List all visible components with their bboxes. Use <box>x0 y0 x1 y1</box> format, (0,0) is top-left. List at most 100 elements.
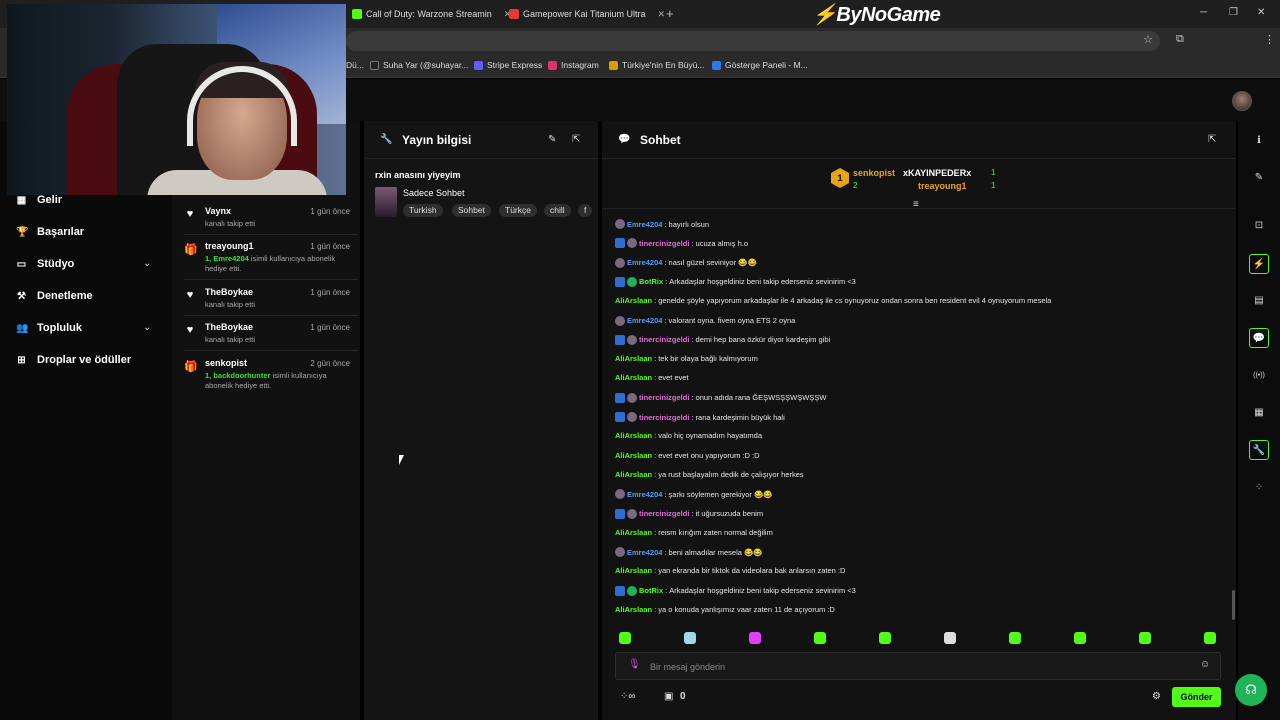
browser-menu-icon[interactable]: ⋮ <box>1264 33 1275 46</box>
settings-gear-icon[interactable]: ⚙ <box>1152 691 1161 702</box>
bookmark-item[interactable]: Türkiye'nin En Büyü... <box>609 60 704 70</box>
emote-icon[interactable] <box>814 632 826 644</box>
chat-username[interactable]: AliArslaan <box>615 470 652 479</box>
chat-message: AliArslaan: reism kırığım zaten normal de… <box>615 527 773 537</box>
chat-username[interactable]: AliArslaan <box>615 605 652 614</box>
restore-button[interactable]: ❐ <box>1229 7 1238 18</box>
bookmark-star-icon[interactable]: ☆ <box>1143 33 1153 46</box>
extensions-icon[interactable]: ⧉ <box>1176 33 1184 46</box>
chat-username[interactable]: tinercinizgeldi <box>639 393 689 402</box>
chat-message: AliArslaan: evet evet onu yapıyorum :D :D <box>615 450 760 460</box>
chat-message: Emre4204: şarkı söylemen gerekiyor 😂😂 <box>615 489 773 500</box>
chat-username[interactable]: BotRix <box>639 277 663 286</box>
bookmark-item[interactable]: Dü... <box>346 60 364 70</box>
sidebar-item-topluluk[interactable]: 👥 Topluluk <box>16 322 82 334</box>
send-button[interactable]: Gönder <box>1172 687 1221 707</box>
chat-icon[interactable]: 💬 <box>1249 328 1269 348</box>
bookmark-item[interactable]: Instagram <box>548 60 599 70</box>
pencil-icon[interactable]: ✎ <box>1249 168 1269 188</box>
emote-icon[interactable] <box>1009 632 1021 644</box>
category-name[interactable]: Sadece Sohbet <box>403 188 465 198</box>
address-bar[interactable] <box>346 31 1160 51</box>
emote-icon[interactable] <box>944 632 956 644</box>
chat-message: tinercinizgeldi: rana kardeşimin büyük ha… <box>615 412 785 422</box>
bookmark-item[interactable]: Suha Yar (@suhayar... <box>370 60 468 70</box>
document-icon[interactable]: ▤ <box>1249 291 1269 311</box>
tag[interactable]: Türkçe <box>499 204 537 217</box>
bookmark-item[interactable]: Stripe Express <box>474 60 542 70</box>
chevron-down-icon[interactable]: ⌄ <box>143 322 151 333</box>
chat-message: AliArslaan: tek bir olaya bağlı kalmıyoru… <box>615 354 758 364</box>
chat-username[interactable]: AliArslaan <box>615 566 652 575</box>
sidebar-item-droplar[interactable]: ⊞ Droplar ve ödüller <box>16 354 131 366</box>
chat-username[interactable]: AliArslaan <box>615 451 652 460</box>
tag[interactable]: f <box>578 204 593 217</box>
chat-username[interactable]: Emre4204 <box>627 220 662 229</box>
wrench-icon[interactable]: 🔧 <box>1249 440 1269 460</box>
microphone-icon[interactable]: 🎙 <box>628 659 641 670</box>
emoji-icon[interactable]: ☺ <box>1200 659 1210 670</box>
tag[interactable]: chill <box>544 204 571 217</box>
moderator-badge-icon <box>615 412 625 422</box>
infinity-icon[interactable]: ⁘∞ <box>620 691 636 702</box>
close-window-button[interactable]: ✕ <box>1257 7 1265 18</box>
chat-username[interactable]: Emre4204 <box>627 490 662 499</box>
chat-message: tinercinizgeldi: demi hep bana özkür diyo… <box>615 334 830 345</box>
broadcast-icon[interactable]: ((•)) <box>1249 366 1269 386</box>
chat-text: evet evet onu yapıyorum :D :D <box>658 450 760 460</box>
emote-icon[interactable] <box>1074 632 1086 644</box>
rank-badge: 1 <box>831 168 849 188</box>
chevron-down-icon[interactable]: ⌄ <box>143 258 151 269</box>
bookmark-item[interactable]: Gösterge Paneli - M... <box>712 60 808 70</box>
chat-username[interactable]: tinercinizgeldi <box>639 413 689 422</box>
chat-message-input[interactable] <box>650 659 1170 675</box>
moderator-badge-icon <box>615 334 625 345</box>
viewer-count: 0 <box>680 691 686 702</box>
chat-username[interactable]: AliArslaan <box>615 296 652 305</box>
tag[interactable]: Sohbet <box>452 204 491 217</box>
popout-icon[interactable]: ⇱ <box>572 134 580 145</box>
close-tab-icon[interactable]: ✕ <box>658 9 666 20</box>
chat-username[interactable]: tinercinizgeldi <box>639 239 689 248</box>
chat-username[interactable]: Emre4204 <box>627 316 662 325</box>
chat-username[interactable]: AliArslaan <box>615 373 652 382</box>
chat-username[interactable]: tinercinizgeldi <box>639 509 689 518</box>
subscriber-badge-icon <box>627 412 637 422</box>
chat-input-box[interactable]: 🎙 ☺ <box>615 652 1221 680</box>
new-tab-button[interactable]: + <box>666 6 674 21</box>
sidebar-item-gelir[interactable]: ▦ Gelir <box>16 194 62 206</box>
chat-scrollbar[interactable] <box>1232 590 1235 620</box>
server-icon[interactable]: ▦ <box>1249 403 1269 423</box>
chat-username[interactable]: Emre4204 <box>627 548 662 557</box>
avatar[interactable] <box>1232 91 1252 111</box>
edit-icon[interactable]: ✎ <box>548 134 556 145</box>
chat-username[interactable]: AliArslaan <box>615 354 652 363</box>
sidebar-item-studyo[interactable]: ▭ Stüdyo <box>16 258 75 270</box>
crop-icon[interactable]: ⊡ <box>1249 216 1269 236</box>
support-chat-button[interactable]: ☊ <box>1235 674 1267 706</box>
chat-username[interactable]: AliArslaan <box>615 431 652 440</box>
emote-icon[interactable] <box>684 632 696 644</box>
bolt-icon[interactable]: ⚡ <box>1249 254 1269 274</box>
browser-tab[interactable]: Call of Duty: Warzone Streamin ✕ <box>346 3 517 25</box>
emote-icon[interactable] <box>879 632 891 644</box>
expand-icon[interactable]: ≡ <box>913 199 919 210</box>
chat-username[interactable]: tinercinizgeldi <box>639 335 689 344</box>
minimize-button[interactable]: ─ <box>1200 7 1207 18</box>
chat-username[interactable]: BotRix <box>639 586 663 595</box>
community-icon: 👥 <box>16 322 29 334</box>
tag[interactable]: Turkish <box>403 204 443 217</box>
divider <box>184 350 358 351</box>
chat-username[interactable]: AliArslaan <box>615 528 652 537</box>
popout-icon[interactable]: ⇱ <box>1208 134 1216 145</box>
sidebar-item-denetleme[interactable]: ⚒ Denetleme <box>16 290 93 302</box>
emote-icon[interactable] <box>619 632 631 644</box>
chat-username[interactable]: Emre4204 <box>627 258 662 267</box>
dots-icon[interactable]: ⁘ <box>1249 478 1269 498</box>
info-icon[interactable]: ℹ <box>1249 131 1269 151</box>
browser-tab[interactable]: Gamepower Kai Titanium Ultra ✕ <box>503 3 671 25</box>
emote-icon[interactable] <box>1204 632 1216 644</box>
sidebar-item-basarilar[interactable]: 🏆 Başarılar <box>16 226 84 238</box>
emote-icon[interactable] <box>1139 632 1151 644</box>
emote-icon[interactable] <box>749 632 761 644</box>
